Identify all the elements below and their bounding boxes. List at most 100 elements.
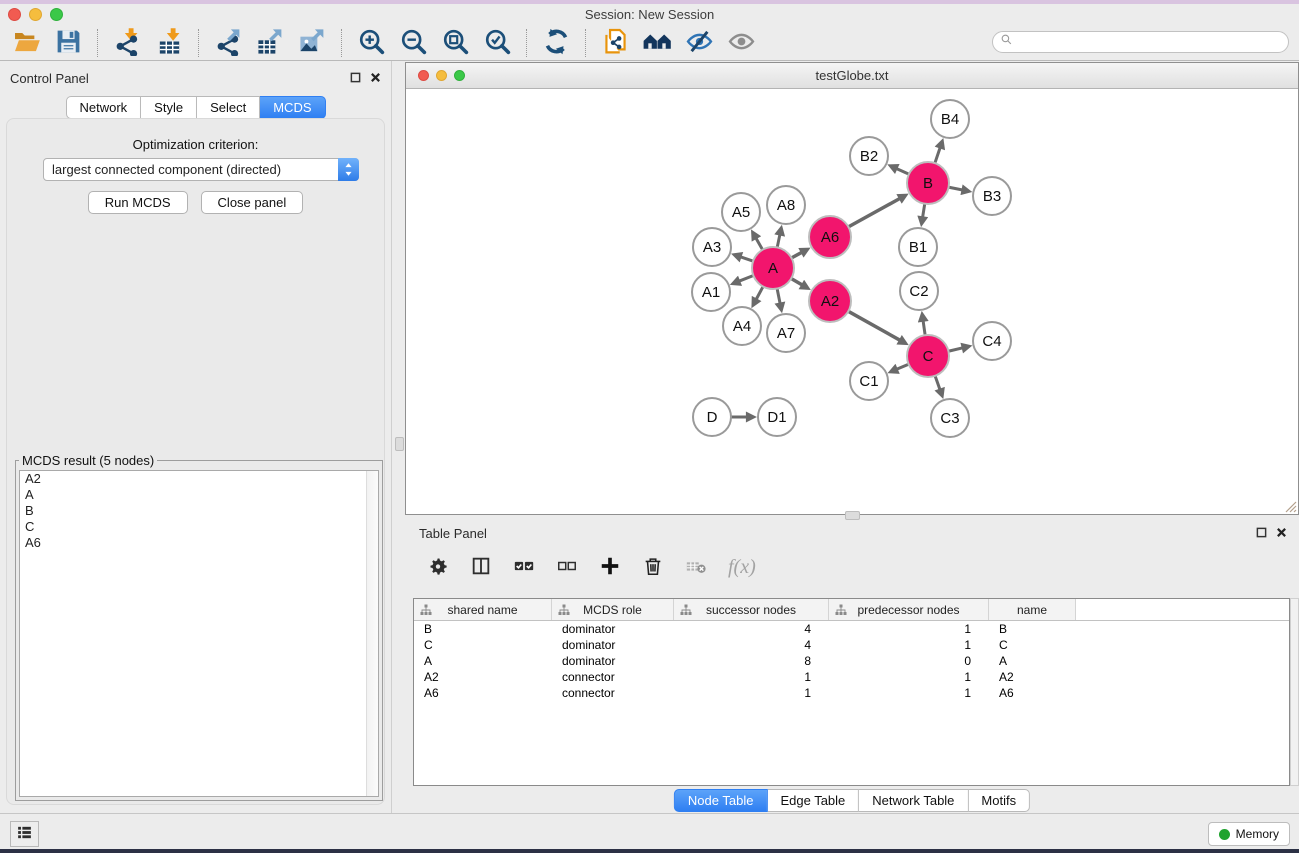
home-view-button[interactable] <box>636 27 678 59</box>
tab-edge-table[interactable]: Edge Table <box>767 789 859 812</box>
zoom-window-button[interactable] <box>50 8 63 21</box>
graph-edge-A-A1[interactable] <box>739 276 753 281</box>
table-settings-button[interactable] <box>427 555 449 580</box>
graph-node-C2[interactable]: C2 <box>900 272 938 310</box>
tab-network-table[interactable]: Network Table <box>859 789 968 812</box>
graph-node-B4[interactable]: B4 <box>931 100 969 138</box>
table-cell[interactable]: 1 <box>829 670 989 684</box>
tab-network[interactable]: Network <box>65 96 141 119</box>
graph-node-A1[interactable]: A1 <box>692 273 730 311</box>
graph-node-A4[interactable]: A4 <box>723 307 761 345</box>
search-box[interactable] <box>992 31 1289 53</box>
graph-node-C4[interactable]: C4 <box>973 322 1011 360</box>
delete-column-button[interactable] <box>642 555 664 580</box>
tab-style[interactable]: Style <box>141 96 197 119</box>
table-cell[interactable]: A2 <box>989 670 1076 684</box>
column-visibility-button[interactable] <box>470 555 492 580</box>
graph-node-C3[interactable]: C3 <box>931 399 969 437</box>
graph-node-B2[interactable]: B2 <box>850 137 888 175</box>
window-resize-grip[interactable] <box>1282 498 1297 513</box>
graph-node-A8[interactable]: A8 <box>767 186 805 224</box>
table-cell[interactable]: B <box>989 622 1076 636</box>
graph-node-B1[interactable]: B1 <box>899 228 937 266</box>
graph-edge-C-C3[interactable] <box>935 377 940 390</box>
close-panel-icon[interactable] <box>370 72 381 83</box>
graph-node-A7[interactable]: A7 <box>767 314 805 352</box>
graph-node-D[interactable]: D <box>693 398 731 436</box>
close-window-button[interactable] <box>8 8 21 21</box>
mcds-result-item[interactable]: A <box>20 487 378 503</box>
close-panel-button[interactable]: Close panel <box>201 191 304 214</box>
memory-button[interactable]: Memory <box>1208 822 1290 846</box>
table-cell[interactable]: C <box>989 638 1076 652</box>
column-header-successor-nodes[interactable]: successor nodes <box>674 599 829 620</box>
graph-edge-A-A4[interactable] <box>756 287 763 299</box>
table-cell[interactable]: 1 <box>674 670 829 684</box>
table-cell[interactable]: 4 <box>674 622 829 636</box>
table-cell[interactable]: connector <box>552 686 674 700</box>
graph-edge-C-C1[interactable] <box>897 365 908 370</box>
zoom-in-button[interactable] <box>350 27 392 59</box>
function-builder-button[interactable]: f(x) <box>728 556 756 579</box>
close-table-panel-icon[interactable] <box>1276 527 1287 538</box>
tab-node-table[interactable]: Node Table <box>674 789 768 812</box>
add-column-button[interactable] <box>599 555 621 580</box>
mcds-result-item[interactable]: A6 <box>20 535 378 551</box>
column-header-name[interactable]: name <box>989 599 1076 620</box>
table-cell[interactable]: 1 <box>829 686 989 700</box>
graph-edge-A-A6[interactable] <box>792 252 802 257</box>
select-all-button[interactable] <box>513 555 535 580</box>
tab-select[interactable]: Select <box>197 96 260 119</box>
graph-node-A2[interactable]: A2 <box>809 280 851 322</box>
deselect-all-button[interactable] <box>556 555 578 580</box>
table-cell[interactable]: A6 <box>989 686 1076 700</box>
graph-node-A[interactable]: A <box>752 247 794 289</box>
table-cell[interactable]: 1 <box>829 638 989 652</box>
table-cell[interactable]: 0 <box>829 654 989 668</box>
graph-edge-B-B1[interactable] <box>923 205 925 218</box>
graph-node-D1[interactable]: D1 <box>758 398 796 436</box>
import-network-button[interactable] <box>106 27 148 59</box>
graph-node-A3[interactable]: A3 <box>693 228 731 266</box>
table-row[interactable]: Bdominator41B <box>414 621 1289 637</box>
graph-node-A6[interactable]: A6 <box>809 216 851 258</box>
table-cell[interactable]: dominator <box>552 654 674 668</box>
export-network-button[interactable] <box>207 27 249 59</box>
hide-panels-button[interactable] <box>678 27 720 59</box>
float-table-panel-icon[interactable] <box>1256 527 1267 538</box>
graph-edge-A-A8[interactable] <box>777 234 780 246</box>
table-scrollbar[interactable] <box>1290 598 1299 786</box>
column-header-MCDS-role[interactable]: MCDS role <box>552 599 674 620</box>
clone-network-button[interactable] <box>594 27 636 59</box>
table-cell[interactable]: connector <box>552 670 674 684</box>
minimize-window-button[interactable] <box>29 8 42 21</box>
export-table-button[interactable] <box>249 27 291 59</box>
table-cell[interactable]: C <box>414 638 552 652</box>
graph-edge-C-C2[interactable] <box>923 321 925 335</box>
table-row[interactable]: A6connector11A6 <box>414 685 1289 701</box>
graph-node-A5[interactable]: A5 <box>722 193 760 231</box>
open-file-button[interactable] <box>5 27 47 59</box>
graph-edge-A2-C[interactable] <box>849 312 900 341</box>
search-input[interactable] <box>1017 32 1288 52</box>
column-header-predecessor-nodes[interactable]: predecessor nodes <box>829 599 989 620</box>
network-minimize-button[interactable] <box>436 70 447 81</box>
mcds-result-item[interactable]: A2 <box>20 471 378 487</box>
table-cell[interactable]: A <box>414 654 552 668</box>
optimization-criterion-select[interactable]: largest connected component (directed) <box>43 158 359 181</box>
zoom-out-button[interactable] <box>392 27 434 59</box>
graph-edge-B-B2[interactable] <box>896 169 908 174</box>
graph-edge-A-A5[interactable] <box>756 238 762 249</box>
graph-edge-A-A3[interactable] <box>740 257 752 261</box>
vertical-split-handle[interactable] <box>395 437 404 451</box>
graph-edge-A-A7[interactable] <box>777 290 780 304</box>
import-table-button[interactable] <box>148 27 190 59</box>
result-list-scrollbar[interactable] <box>366 471 378 796</box>
mcds-result-item[interactable]: B <box>20 503 378 519</box>
mcds-result-item[interactable]: C <box>20 519 378 535</box>
table-cell[interactable]: 1 <box>829 622 989 636</box>
table-row[interactable]: Cdominator41C <box>414 637 1289 653</box>
graph-edge-A6-B[interactable] <box>849 198 900 226</box>
graph-node-B[interactable]: B <box>907 162 949 204</box>
network-graph-canvas[interactable]: AA1A2A3A4A5A6A7A8BB1B2B3B4CC1C2C3C4DD1 <box>406 88 1298 514</box>
